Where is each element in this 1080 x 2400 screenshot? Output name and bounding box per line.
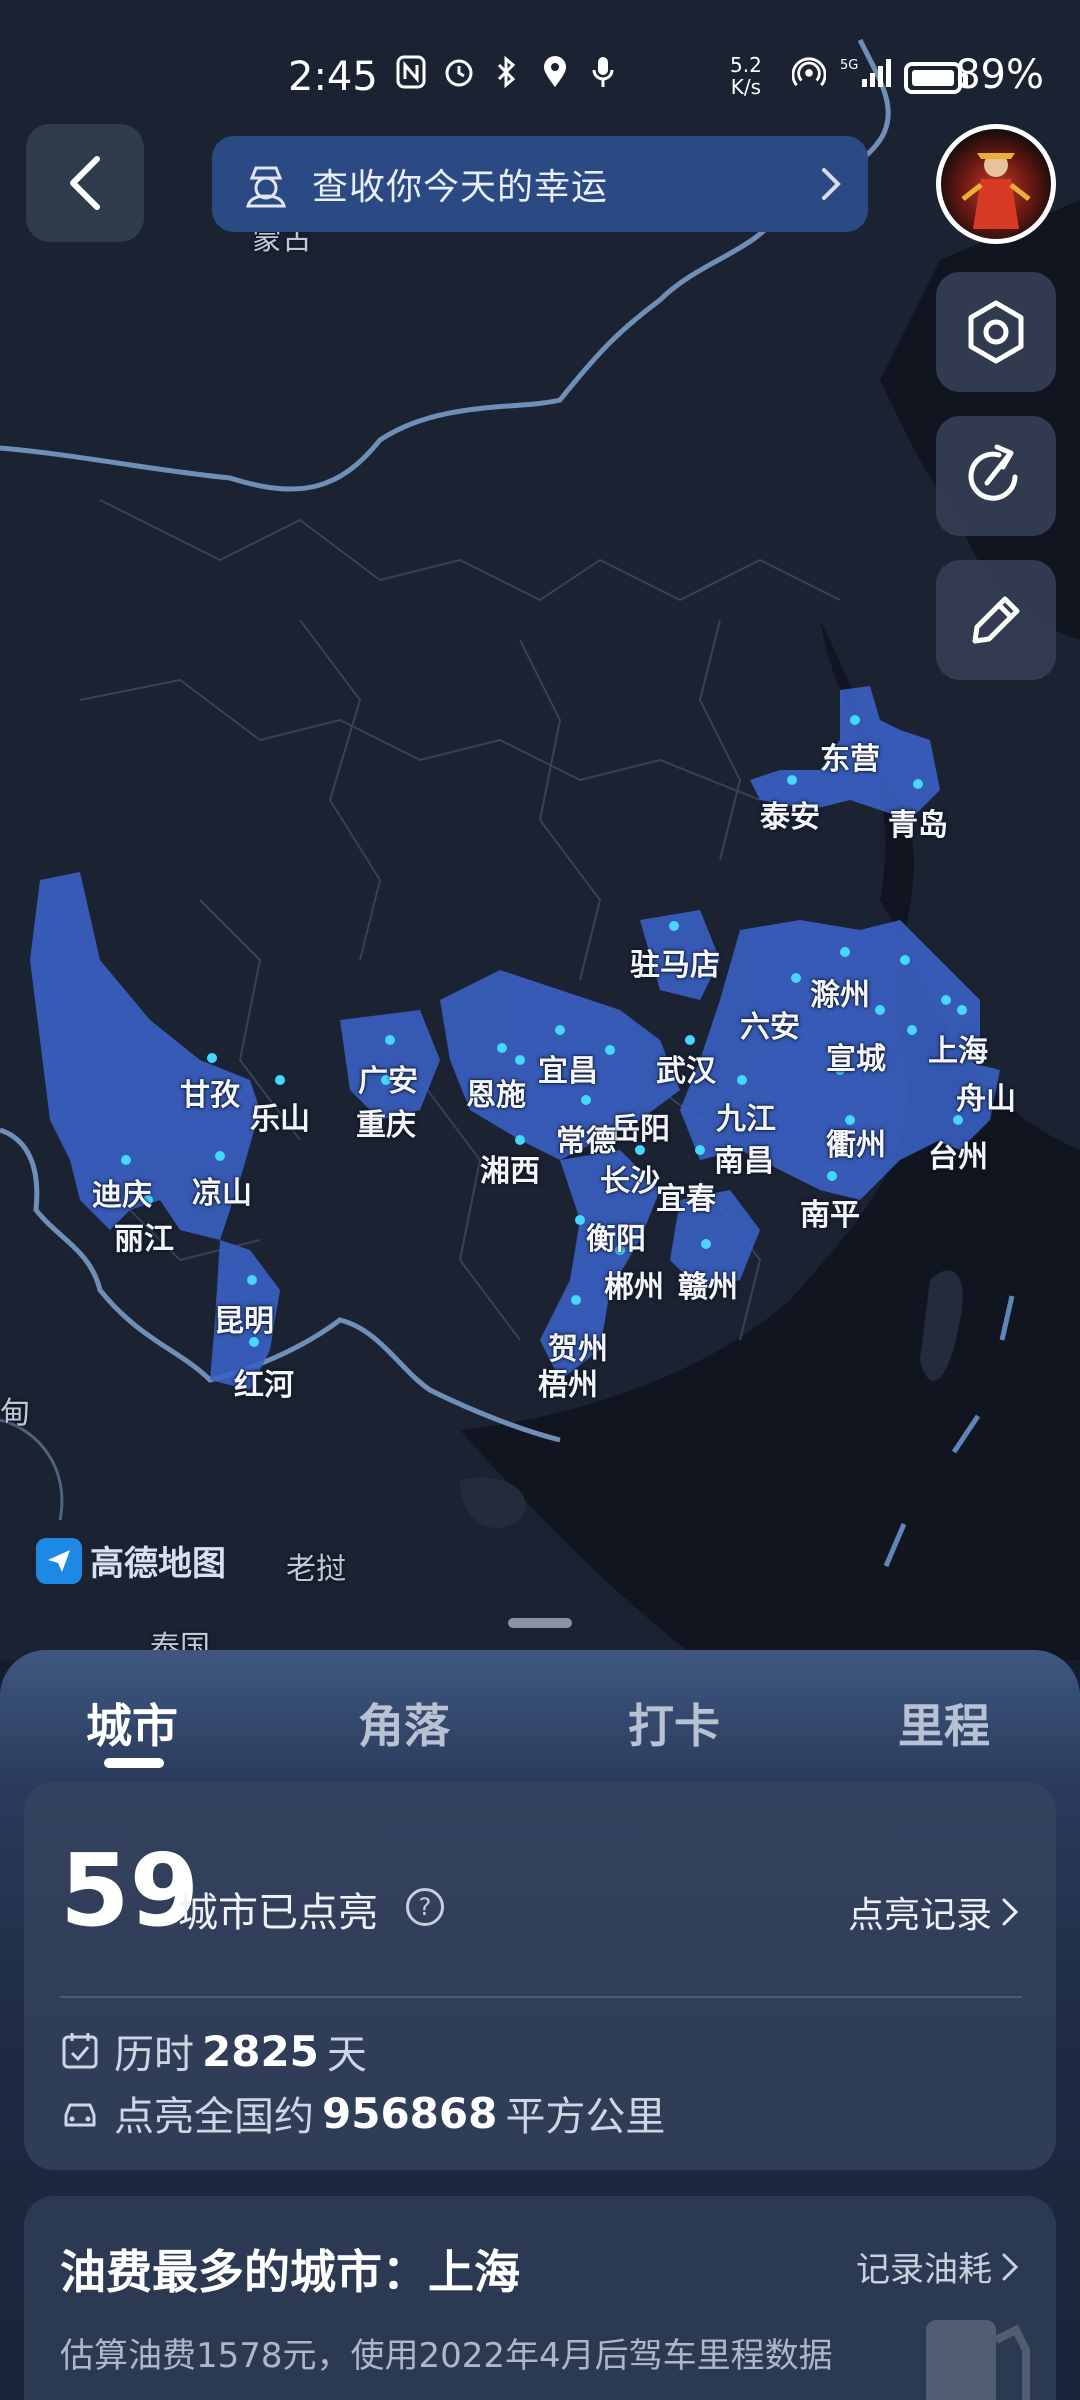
city-label: 六安 xyxy=(740,1010,800,1045)
city-label: 常德 xyxy=(556,1124,616,1159)
settings-button[interactable] xyxy=(936,272,1056,392)
amap-logo: 高德地图 xyxy=(36,1536,226,1585)
settings-icon xyxy=(968,300,1024,364)
daily-luck-banner[interactable]: 查收你今天的幸运 xyxy=(212,136,868,232)
city-label: 泰安 xyxy=(760,800,820,835)
city-label: 九江 xyxy=(716,1102,776,1137)
duration-days: 2825 xyxy=(202,2026,319,2076)
record-fuel-link[interactable]: 记录油耗 xyxy=(856,2242,1020,2291)
city-label: 南平 xyxy=(800,1198,860,1233)
daily-luck-text: 查收你今天的幸运 xyxy=(312,167,609,208)
status-time: 2:45 xyxy=(288,54,378,100)
map-label-myanmar: 甸 xyxy=(0,1396,30,1431)
tab-city[interactable]: 城市 xyxy=(86,1690,178,1756)
city-label: 宜昌 xyxy=(538,1054,598,1089)
city-label: 衡阳 xyxy=(586,1222,646,1257)
hotspot-icon xyxy=(792,52,826,92)
city-label: 台州 xyxy=(928,1140,988,1175)
location-icon xyxy=(538,52,572,92)
map-label-laos: 老挝 xyxy=(286,1552,346,1587)
chevron-right-icon xyxy=(1002,2253,1019,2280)
battery-level: 89% xyxy=(955,52,1044,98)
map-view[interactable]: 蒙古 东营 泰安 青岛 驻马店 滁州 六安 宣城 上海 舟山 武汉 九江 衢州 … xyxy=(0,0,1080,1660)
city-label: 郴州 xyxy=(604,1270,664,1305)
city-label: 迪庆 xyxy=(92,1178,152,1213)
mic-icon xyxy=(586,52,620,92)
nfc-icon xyxy=(394,52,428,92)
svg-text:5G: 5G xyxy=(840,58,858,73)
city-label: 甘孜 xyxy=(180,1078,240,1113)
help-icon[interactable]: ? xyxy=(406,1888,444,1926)
tab-checkin[interactable]: 打卡 xyxy=(628,1690,720,1756)
avatar-figure xyxy=(961,153,1031,229)
edit-icon xyxy=(972,596,1020,644)
city-label: 宜春 xyxy=(656,1182,716,1217)
amap-arrow-icon xyxy=(36,1537,82,1584)
city-label: 梧州 xyxy=(538,1368,598,1403)
lit-area: 956868 xyxy=(322,2088,498,2138)
city-label: 驻马店 xyxy=(630,948,720,983)
bluetooth-icon xyxy=(490,52,524,92)
fuel-description: 估算油费1578元，使用2022年4月后驾车里程数据 xyxy=(60,2336,833,2376)
fortune-teller-icon xyxy=(246,166,286,208)
city-label: 武汉 xyxy=(656,1054,716,1089)
lit-record-link[interactable]: 点亮记录 xyxy=(848,1886,1020,1938)
area-row: 点亮全国约 956868 平方公里 xyxy=(60,2084,665,2142)
back-button[interactable] xyxy=(26,124,144,242)
duration-row: 历时 2825 天 xyxy=(60,2022,367,2080)
city-label: 昆明 xyxy=(214,1304,274,1339)
city-label: 恩施 xyxy=(466,1078,526,1113)
city-label: 丽江 xyxy=(114,1222,174,1257)
avatar[interactable] xyxy=(936,124,1056,244)
calendar-check-icon xyxy=(62,2033,98,2069)
fuel-pump-icon xyxy=(926,2320,1030,2400)
city-label: 凉山 xyxy=(192,1176,252,1211)
tab-active-indicator xyxy=(104,1758,164,1768)
chevron-right-icon xyxy=(1002,1898,1019,1926)
tab-corner[interactable]: 角落 xyxy=(358,1690,450,1756)
city-label: 东营 xyxy=(820,742,880,777)
tab-mileage[interactable]: 里程 xyxy=(898,1690,990,1756)
city-label: 岳阳 xyxy=(610,1112,670,1147)
signal-5g-icon: 5G xyxy=(840,52,894,92)
network-speed: 5.2 K/s xyxy=(730,53,762,99)
sheet-drag-handle[interactable] xyxy=(508,1618,572,1628)
city-label: 舟山 xyxy=(956,1082,1016,1117)
city-label: 青岛 xyxy=(888,808,948,843)
chevron-right-icon xyxy=(822,168,841,200)
city-label: 赣州 xyxy=(678,1270,738,1305)
city-label: 乐山 xyxy=(250,1102,310,1137)
city-label: 滁州 xyxy=(810,978,870,1013)
divider xyxy=(60,1996,1022,1998)
fuel-top-city-title: 油费最多的城市：上海 xyxy=(60,2245,520,2299)
city-label: 湘西 xyxy=(480,1154,540,1189)
city-label: 长沙 xyxy=(600,1164,660,1199)
status-bar: 2:45 5.2 K/s 5G 89% xyxy=(0,0,1080,150)
city-label: 南昌 xyxy=(714,1144,774,1179)
share-button[interactable] xyxy=(936,416,1056,536)
car-icon xyxy=(64,2103,96,2127)
chevron-left-icon xyxy=(70,156,100,210)
city-label: 上海 xyxy=(928,1034,988,1069)
lit-city-label: 城市已点亮 xyxy=(178,1890,378,1936)
share-icon xyxy=(968,444,1018,501)
edit-button[interactable] xyxy=(936,560,1056,680)
city-label: 广安 xyxy=(358,1064,418,1099)
city-label: 重庆 xyxy=(356,1108,416,1143)
battery-icon xyxy=(904,62,968,94)
city-label: 衢州 xyxy=(826,1128,886,1163)
city-label: 红河 xyxy=(234,1368,294,1403)
city-label: 宣城 xyxy=(826,1042,886,1077)
alarm-icon xyxy=(442,52,476,92)
